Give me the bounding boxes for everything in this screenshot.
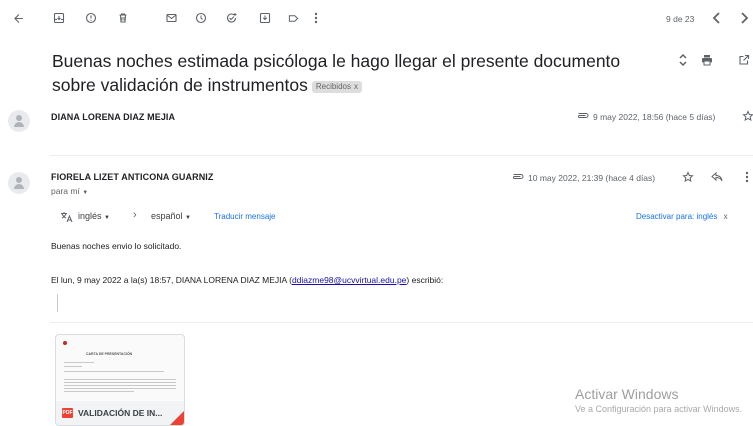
pagination-count: 9 de 23 xyxy=(666,14,695,24)
disable-translate-text: Desactivar para: inglés xyxy=(636,212,718,221)
target-language-dropdown[interactable]: español ▼ xyxy=(151,211,191,221)
delete-icon[interactable] xyxy=(115,10,131,26)
translate-bar: inglés ▼ › español ▼ Traducir mensaje De… xyxy=(50,205,753,229)
attachment-clip-icon xyxy=(510,171,524,183)
caret-down-icon: ▼ xyxy=(185,215,191,221)
quoted-email-link[interactable]: ddiazme98@ucvvirtual.edu.pe xyxy=(292,275,406,285)
document-logo xyxy=(63,341,67,345)
attachment-clip-icon xyxy=(575,110,589,122)
attachments-divider xyxy=(50,322,753,323)
disable-translate-link[interactable]: Desactivar para: inglés x xyxy=(636,212,728,221)
inbox-label-chip[interactable]: Recibidos x xyxy=(311,81,362,93)
activate-windows-subtitle: Ve a Configuración para activar Windows. xyxy=(575,404,743,414)
attachment-name: VALIDACIÓN DE IN... xyxy=(78,408,163,418)
print-icon[interactable] xyxy=(699,52,715,68)
move-to-icon[interactable] xyxy=(257,10,273,26)
close-icon[interactable]: x xyxy=(724,212,728,221)
recipient-text: para mí xyxy=(51,186,80,196)
inbox-label-text: Recibidos xyxy=(315,82,351,91)
recipient-dropdown[interactable]: para mí ▼ xyxy=(51,186,88,196)
more-vert-icon[interactable] xyxy=(741,170,753,184)
message-date: 10 may 2022, 21:39 (hace 4 días) xyxy=(528,173,656,183)
chevron-right-icon[interactable] xyxy=(736,10,752,26)
arrow-right-icon: › xyxy=(133,209,137,221)
star-icon[interactable] xyxy=(681,170,695,184)
quote-indicator xyxy=(57,294,58,312)
quote-header-suffix: ) escribió: xyxy=(406,275,444,285)
remove-label-icon[interactable]: x xyxy=(354,82,358,91)
quote-header: El lun, 9 may 2022 a la(s) 18:57, DIANA … xyxy=(51,275,443,285)
archive-icon[interactable] xyxy=(51,10,67,26)
attachment-footer: PDF VALIDACIÓN DE IN... xyxy=(56,401,184,425)
translate-message-link[interactable]: Traducir mensaje xyxy=(214,212,276,221)
quote-header-prefix: El lun, 9 may 2022 a la(s) 18:57, DIANA … xyxy=(51,275,292,285)
message-body: Buenas noches envio lo solicitado. xyxy=(51,241,182,251)
source-language: inglés xyxy=(78,211,102,221)
avatar xyxy=(8,172,30,194)
pdf-icon: PDF xyxy=(62,408,73,418)
activate-windows-title: Activar Windows xyxy=(575,386,679,402)
back-arrow-icon[interactable] xyxy=(10,10,26,26)
attachment-card[interactable]: CARTA DE PRESENTACIÓN PDF VALIDACIÓN DE … xyxy=(55,334,185,426)
report-spam-icon[interactable] xyxy=(83,10,99,26)
message-divider xyxy=(50,155,753,156)
label-icon[interactable] xyxy=(285,10,301,26)
expand-all-icon[interactable] xyxy=(676,52,690,68)
source-language-dropdown[interactable]: inglés ▼ xyxy=(78,211,110,221)
open-new-window-icon[interactable] xyxy=(736,52,752,68)
message-date: 9 may 2022, 18:56 (hace 5 días) xyxy=(593,112,716,122)
caret-down-icon: ▼ xyxy=(104,215,110,221)
sender-name[interactable]: FIORELA LIZET ANTICONA GUARNIZ xyxy=(51,172,214,182)
translate-icon xyxy=(59,210,73,223)
more-vert-icon[interactable] xyxy=(308,10,324,26)
add-task-icon[interactable] xyxy=(223,10,239,26)
star-icon[interactable] xyxy=(741,109,753,123)
document-heading: CARTA DE PRESENTACIÓN xyxy=(86,352,133,356)
avatar xyxy=(8,110,30,132)
snooze-clock-icon[interactable] xyxy=(193,10,209,26)
email-subject: Buenas noches estimada psicóloga le hago… xyxy=(52,49,662,97)
mark-unread-icon[interactable] xyxy=(163,10,179,26)
sender-name[interactable]: DIANA LORENA DIAZ MEJIA xyxy=(51,112,175,122)
chevron-left-icon[interactable] xyxy=(708,10,724,26)
reply-icon[interactable] xyxy=(710,170,724,184)
target-language: español xyxy=(151,211,183,221)
caret-down-icon: ▼ xyxy=(82,190,89,196)
